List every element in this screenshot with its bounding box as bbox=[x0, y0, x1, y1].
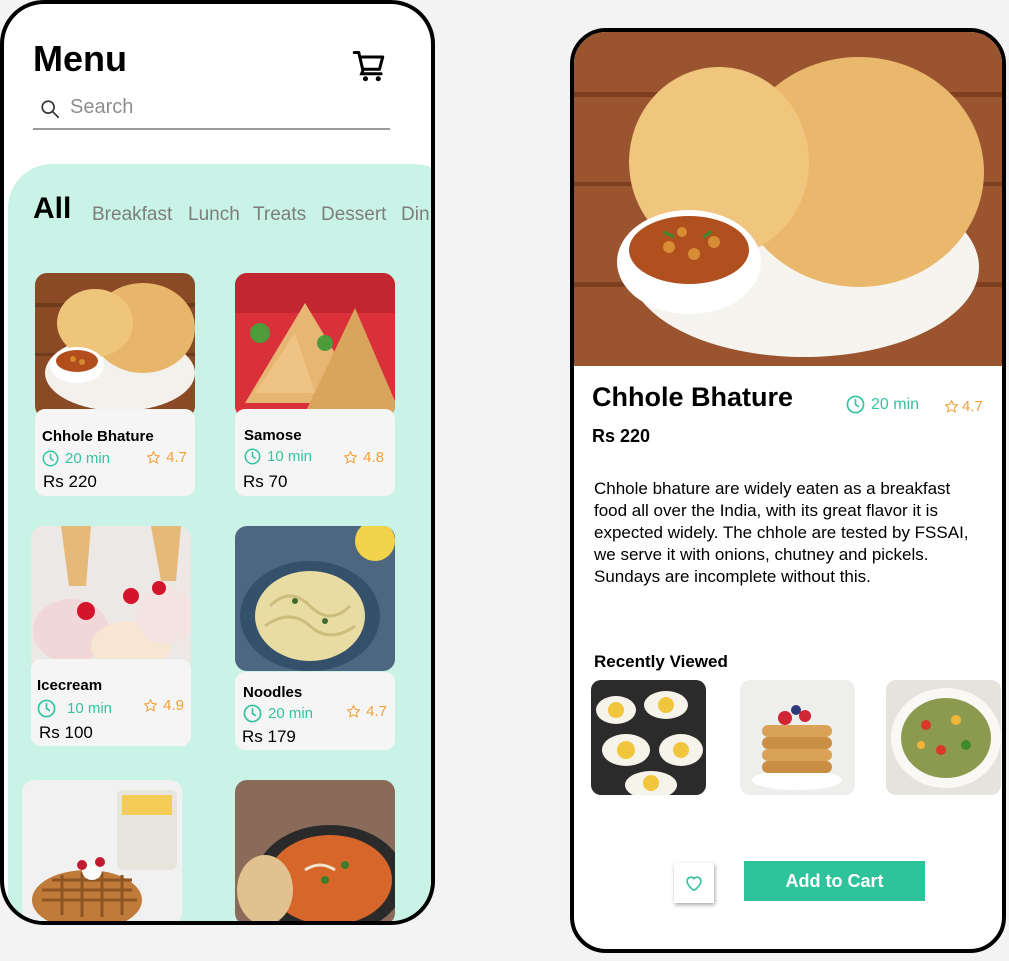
rating: 4.9 bbox=[143, 697, 184, 714]
recently-viewed-title: Recently Viewed bbox=[594, 652, 728, 671]
food-name: Samose bbox=[244, 427, 302, 444]
add-to-cart-button[interactable]: Add to Cart bbox=[744, 861, 925, 901]
food-image bbox=[235, 273, 395, 418]
clock-icon bbox=[846, 395, 865, 414]
food-info: Samose 10 min 4.8 Rs 70 bbox=[235, 409, 395, 496]
menu-screen: Menu Search All Breakfast Lunch Treats D… bbox=[0, 0, 435, 925]
tab-all[interactable]: All bbox=[33, 192, 71, 226]
tab-dessert[interactable]: Dessert bbox=[321, 204, 386, 226]
star-icon bbox=[344, 451, 358, 464]
food-price: Rs 179 bbox=[242, 727, 296, 746]
rating: 4.8 bbox=[343, 449, 384, 466]
hero-image bbox=[574, 32, 1002, 366]
food-name: Chhole Bhature bbox=[42, 428, 154, 445]
clock-icon bbox=[42, 450, 59, 467]
prep-time: 20 min bbox=[846, 395, 919, 414]
food-price: Rs 100 bbox=[39, 723, 93, 742]
prep-time: 20 min bbox=[42, 450, 110, 467]
recent-item-salad[interactable] bbox=[886, 680, 1001, 795]
food-info: Icecream 10 min 4.9 Rs 100 bbox=[31, 659, 191, 746]
food-info: Noodles 20 min 4.7 Rs 179 bbox=[235, 672, 395, 750]
food-price: Rs 70 bbox=[243, 472, 288, 491]
cart-icon[interactable] bbox=[352, 48, 388, 84]
clock-icon bbox=[37, 699, 56, 718]
recent-item-pancakes[interactable] bbox=[740, 680, 855, 795]
heart-icon bbox=[686, 876, 702, 892]
detail-screen: Chhole Bhature 20 min 4.7 Rs 220 Chhole … bbox=[570, 28, 1006, 953]
food-image bbox=[235, 780, 395, 921]
tab-lunch[interactable]: Lunch bbox=[188, 204, 240, 226]
star-icon bbox=[944, 400, 959, 413]
food-image bbox=[35, 273, 195, 418]
prep-time: 10 min bbox=[37, 699, 112, 718]
star-icon bbox=[144, 699, 158, 712]
search-input[interactable]: Search bbox=[33, 94, 390, 130]
prep-time: 10 min bbox=[244, 448, 312, 465]
search-icon bbox=[41, 100, 60, 119]
tab-treats[interactable]: Treats bbox=[253, 204, 306, 226]
recent-item-eggs[interactable] bbox=[591, 680, 706, 795]
detail-price: Rs 220 bbox=[592, 426, 651, 446]
page-title: Menu bbox=[33, 38, 127, 79]
prep-time: 20 min bbox=[243, 704, 313, 723]
tab-breakfast[interactable]: Breakfast bbox=[92, 204, 172, 226]
clock-icon bbox=[244, 448, 261, 465]
food-price: Rs 220 bbox=[43, 472, 97, 491]
food-info: Chhole Bhature 20 min 4.7 Rs 220 bbox=[35, 409, 195, 496]
food-name: Noodles bbox=[243, 684, 303, 701]
favorite-button[interactable] bbox=[674, 863, 714, 903]
search-placeholder: Search bbox=[70, 96, 134, 118]
food-image bbox=[31, 526, 191, 671]
food-name: Icecream bbox=[37, 677, 103, 694]
rating: 4.7 bbox=[944, 398, 983, 415]
star-icon bbox=[347, 705, 361, 718]
description: Chhole bhature are widely eaten as a bre… bbox=[594, 479, 969, 586]
rating: 4.7 bbox=[146, 449, 187, 466]
detail-title: Chhole Bhature bbox=[592, 382, 794, 412]
clock-icon bbox=[243, 704, 262, 723]
rating: 4.7 bbox=[346, 703, 387, 720]
food-image bbox=[235, 526, 395, 671]
food-image bbox=[22, 780, 182, 921]
star-icon bbox=[147, 451, 161, 464]
tab-dinner[interactable]: Din bbox=[401, 204, 430, 226]
